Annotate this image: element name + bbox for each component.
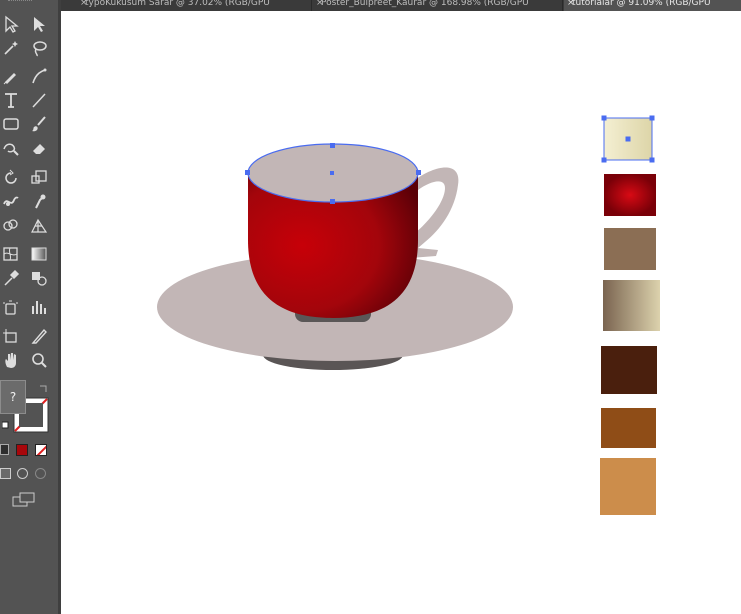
tooltip: ? xyxy=(0,380,26,414)
swatch-beige-gradient[interactable] xyxy=(603,280,660,331)
color-mode-icon[interactable] xyxy=(0,444,9,455)
draw-normal-icon[interactable] xyxy=(0,468,11,479)
tab-tutorial[interactable]: × tutorialar @ 91.09% (RGB/GPU xyxy=(564,0,741,11)
swatch-group xyxy=(600,115,660,515)
tooltip-text: ? xyxy=(9,390,17,404)
swatch-caramel[interactable] xyxy=(600,458,656,515)
rotate-icon[interactable] xyxy=(0,167,22,187)
magic-wand-icon[interactable] xyxy=(0,38,22,58)
hand-icon[interactable] xyxy=(0,350,22,370)
swap-icon[interactable] xyxy=(40,385,47,392)
blend-icon[interactable] xyxy=(28,268,50,288)
slice-icon[interactable] xyxy=(28,326,50,346)
pen-icon[interactable] xyxy=(0,66,22,86)
swatch-rust-brown[interactable] xyxy=(601,408,656,448)
perspective-grid-icon[interactable] xyxy=(28,215,50,235)
column-graph-icon[interactable] xyxy=(28,297,50,317)
corner-handle[interactable] xyxy=(601,157,607,163)
corner-handle[interactable] xyxy=(601,115,607,121)
gradient-icon[interactable] xyxy=(28,244,50,264)
line-segment-icon[interactable] xyxy=(28,90,50,110)
shaper-icon[interactable] xyxy=(0,138,22,158)
mesh-icon[interactable] xyxy=(0,244,22,264)
artwork xyxy=(157,115,660,515)
corner-handle[interactable] xyxy=(649,115,655,121)
draw-behind-icon[interactable] xyxy=(17,468,28,479)
shape-builder-icon[interactable] xyxy=(0,215,22,235)
artboard-icon[interactable] xyxy=(0,326,22,346)
zoom-icon[interactable] xyxy=(28,350,50,370)
tab-poster[interactable]: × Poster_Bulpreet_Kaurar @ 168.98% (RGB/… xyxy=(313,0,563,11)
close-icon[interactable]: × xyxy=(316,0,324,8)
tab-typo[interactable]: × typoKukusum Sarar @ 37.02% (RGB/GPU xyxy=(77,0,312,11)
eraser-icon[interactable] xyxy=(28,138,50,158)
warp-icon[interactable] xyxy=(0,191,22,211)
lasso-icon[interactable] xyxy=(28,38,50,58)
rectangle-icon[interactable] xyxy=(0,114,22,134)
scale-icon[interactable] xyxy=(28,167,50,187)
tab-label: Poster_Bulpreet_Kaurar @ 168.98% (RGB/GP… xyxy=(321,0,529,8)
document-tab-bar: × typoKukusum Sarar @ 37.02% (RGB/GPU × … xyxy=(61,0,741,11)
panel-grip[interactable] xyxy=(8,0,32,5)
tab-label: tutorialar @ 91.09% (RGB/GPU xyxy=(572,0,711,8)
type-icon[interactable] xyxy=(0,90,22,110)
swatch-dark-brown[interactable] xyxy=(601,346,657,394)
default-colors-icon[interactable] xyxy=(1,421,9,429)
close-icon[interactable]: × xyxy=(567,0,575,8)
selection-icon[interactable] xyxy=(0,14,22,34)
center-point-handle[interactable] xyxy=(625,136,631,142)
screen-mode-icon[interactable] xyxy=(12,492,36,508)
swatch-brown-taupe[interactable] xyxy=(604,228,656,270)
symbol-sprayer-icon[interactable] xyxy=(0,297,22,317)
curvature-icon[interactable] xyxy=(28,66,50,86)
gradient-mode-icon[interactable] xyxy=(16,444,28,456)
none-mode-icon[interactable] xyxy=(35,444,47,456)
artboard-canvas[interactable] xyxy=(61,11,741,614)
puppet-warp-icon[interactable] xyxy=(28,191,50,211)
tools-panel xyxy=(0,0,58,614)
corner-handle[interactable] xyxy=(649,157,655,163)
eyedropper-icon[interactable] xyxy=(0,268,22,288)
paintbrush-icon[interactable] xyxy=(28,114,50,134)
direct-selection-icon[interactable] xyxy=(28,14,50,34)
swatch-red-radial[interactable] xyxy=(604,174,656,216)
draw-inside-icon[interactable] xyxy=(35,468,46,479)
tab-label: typoKukusum Sarar @ 37.02% (RGB/GPU xyxy=(85,0,270,8)
close-icon[interactable]: × xyxy=(80,0,88,8)
